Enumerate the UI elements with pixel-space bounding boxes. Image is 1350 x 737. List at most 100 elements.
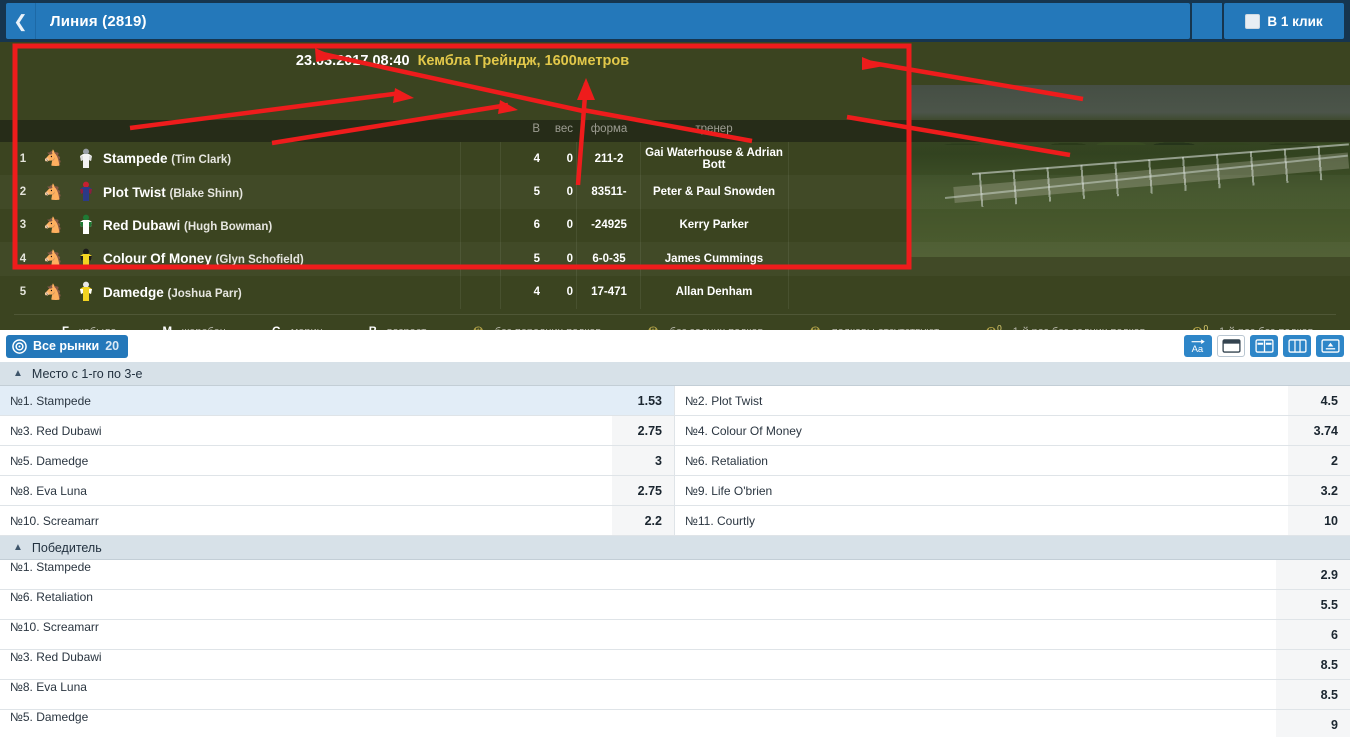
runner-name: Damedge (Joshua Parr): [103, 284, 242, 300]
selection-cell[interactable]: №10. Screamarr 2.2: [0, 506, 675, 535]
selection-name: №6. Retaliation: [685, 453, 768, 468]
runner-row[interactable]: 1 🐴 Stampede (Tim Clark) 4 0 211-2 Gai W…: [0, 142, 1350, 175]
market-group-header[interactable]: ▲ Место с 1-го по 3-е: [0, 362, 1350, 386]
selection-odds[interactable]: 2.75: [612, 416, 674, 445]
selection-cell[interactable]: №6. Retaliation 2: [675, 446, 1350, 475]
selection-odds[interactable]: 8.5: [1276, 650, 1350, 679]
selection-odds[interactable]: 2.75: [612, 476, 674, 505]
race-title: 23.03.2017 08:40 Кембла Грейндж, 1600мет…: [15, 46, 910, 76]
runner-b: 5: [533, 252, 540, 265]
selection-odds[interactable]: 2: [1288, 446, 1350, 475]
runner-name: Red Dubawi (Hugh Bowman): [103, 217, 273, 233]
runner-weight: 0: [566, 186, 573, 199]
runner-number: 2: [19, 186, 27, 199]
top-bar: ❮ Линия (2819) В 1 клик: [0, 0, 1350, 42]
jockey-name: (Glyn Schofield): [215, 254, 304, 267]
runner-form: 83511-: [591, 186, 627, 199]
selection-cell[interactable]: №8. Eva Luna 2.75: [0, 476, 675, 505]
column-header-b: В: [532, 123, 540, 135]
selection-cell[interactable]: №5. Damedge 3: [0, 446, 675, 475]
runner-row[interactable]: 5 🐴 Damedge (Joshua Parr) 4 0 17-471 All…: [0, 276, 1350, 309]
selection-cell[interactable]: №9. Life O'brien 3.2: [675, 476, 1350, 505]
selection-odds[interactable]: 10: [1288, 506, 1350, 535]
chevron-up-icon[interactable]: ▲: [13, 542, 23, 553]
selection-cell[interactable]: №11. Courtly 10: [675, 506, 1350, 535]
runner-trainer: Allan Denham: [675, 286, 753, 299]
market-row[interactable]: №5. Damedge 9: [0, 710, 1350, 737]
target-icon: [12, 338, 27, 354]
runner-b: 4: [533, 286, 540, 299]
one-click-toggle[interactable]: В 1 клик: [1224, 3, 1344, 39]
selection-odds[interactable]: 5.5: [1276, 590, 1350, 619]
selection-cell[interactable]: №1. Stampede 1.53: [0, 386, 675, 415]
one-click-checkbox[interactable]: [1245, 13, 1261, 29]
runner-number: 1: [19, 152, 27, 165]
selection-name: №10. Screamarr: [10, 620, 99, 634]
all-markets-button[interactable]: Все рынки 20: [6, 334, 129, 358]
runner-weight: 0: [566, 152, 573, 165]
selection-name: №9. Life O'brien: [685, 483, 773, 498]
chevron-up-icon[interactable]: ▲: [13, 368, 23, 379]
selection-name: №8. Eva Luna: [10, 680, 87, 694]
horse-icon: 🐴: [43, 216, 63, 234]
three-column-view-button[interactable]: [1283, 335, 1311, 357]
market-row: №5. Damedge 3 №6. Retaliation 2: [0, 446, 1350, 476]
jockey-silk-icon: [76, 248, 96, 270]
header-slot-a[interactable]: [1190, 3, 1224, 39]
market-row[interactable]: №6. Retaliation 5.5: [0, 590, 1350, 620]
font-size-button[interactable]: Aa: [1184, 335, 1212, 357]
selection-odds[interactable]: 6: [1276, 620, 1350, 649]
race-datetime: 23.03.2017 08:40: [295, 53, 410, 69]
selection-cell[interactable]: №4. Colour Of Money 3.74: [675, 416, 1350, 445]
horse-icon: 🐴: [43, 150, 63, 168]
horse-icon: 🐴: [43, 183, 63, 201]
runners-table: 1 🐴 Stampede (Tim Clark) 4 0 211-2 Gai W…: [0, 142, 1350, 309]
selection-name: №1. Stampede: [10, 393, 91, 408]
runner-number: 3: [19, 219, 27, 232]
markets-list: ▲ Место с 1-го по 3-е №1. Stampede 1.53 …: [0, 362, 1350, 737]
compact-view-button[interactable]: [1316, 335, 1344, 357]
runner-form: 17-471: [591, 286, 627, 299]
selection-odds[interactable]: 3: [612, 446, 674, 475]
selection-name: №3. Red Dubawi: [10, 423, 102, 438]
selection-name: №10. Screamarr: [10, 513, 99, 528]
market-row[interactable]: №8. Eva Luna 8.5: [0, 680, 1350, 710]
runner-b: 5: [533, 186, 540, 199]
jockey-name: (Hugh Bowman): [184, 220, 273, 233]
runner-number: 4: [19, 252, 27, 265]
two-column-view-button[interactable]: [1250, 335, 1278, 357]
market-row[interactable]: №3. Red Dubawi 8.5: [0, 650, 1350, 680]
single-column-view-button[interactable]: [1217, 335, 1245, 357]
selection-odds[interactable]: 8.5: [1276, 680, 1350, 709]
selection-odds[interactable]: 3.74: [1288, 416, 1350, 445]
runner-row[interactable]: 4 🐴 Colour Of Money (Glyn Schofield) 5 0…: [0, 242, 1350, 275]
market-row[interactable]: №1. Stampede 2.9: [0, 560, 1350, 590]
selection-odds[interactable]: 3.2: [1288, 476, 1350, 505]
selection-odds[interactable]: 4.5: [1288, 386, 1350, 415]
legend: F- кобылаM- жеребецG- меринB- возраст♼- …: [14, 314, 1336, 330]
runner-number: 5: [19, 286, 27, 299]
runner-row[interactable]: 3 🐴 Red Dubawi (Hugh Bowman) 6 0 -24925 …: [0, 209, 1350, 242]
runner-trainer: Peter & Paul Snowden: [652, 186, 776, 199]
one-click-label: В 1 клик: [1267, 13, 1323, 29]
selection-odds[interactable]: 2.9: [1276, 560, 1350, 589]
market-group-title: Место с 1-го по 3-е: [31, 366, 143, 381]
legend-row-abbreviations: F- кобылаM- жеребецG- меринB- возраст♼- …: [62, 321, 1336, 330]
selection-odds[interactable]: 9: [1276, 710, 1350, 737]
back-chevron-icon[interactable]: ❮: [6, 3, 36, 39]
runner-name: Colour Of Money (Glyn Schofield): [103, 251, 304, 267]
selection-odds[interactable]: 1.53: [612, 386, 674, 415]
runner-name: Plot Twist (Blake Shinn): [103, 184, 243, 200]
runner-trainer: James Cummings: [664, 252, 764, 265]
race-venue: Кембла Грейндж, 1600метров: [417, 53, 630, 69]
selection-cell[interactable]: №3. Red Dubawi 2.75: [0, 416, 675, 445]
market-row[interactable]: №10. Screamarr 6: [0, 620, 1350, 650]
selection-name: №5. Damedge: [10, 453, 89, 468]
market-group-title: Победитель: [31, 540, 102, 555]
markets-toolbar: Все рынки 20 Aa: [0, 330, 1350, 362]
runner-row[interactable]: 2 🐴 Plot Twist (Blake Shinn) 5 0 83511- …: [0, 175, 1350, 208]
selection-odds[interactable]: 2.2: [612, 506, 674, 535]
selection-cell[interactable]: №2. Plot Twist 4.5: [675, 386, 1350, 415]
market-group-header[interactable]: ▲ Победитель: [0, 536, 1350, 560]
horse-icon: 🐴: [43, 250, 63, 268]
